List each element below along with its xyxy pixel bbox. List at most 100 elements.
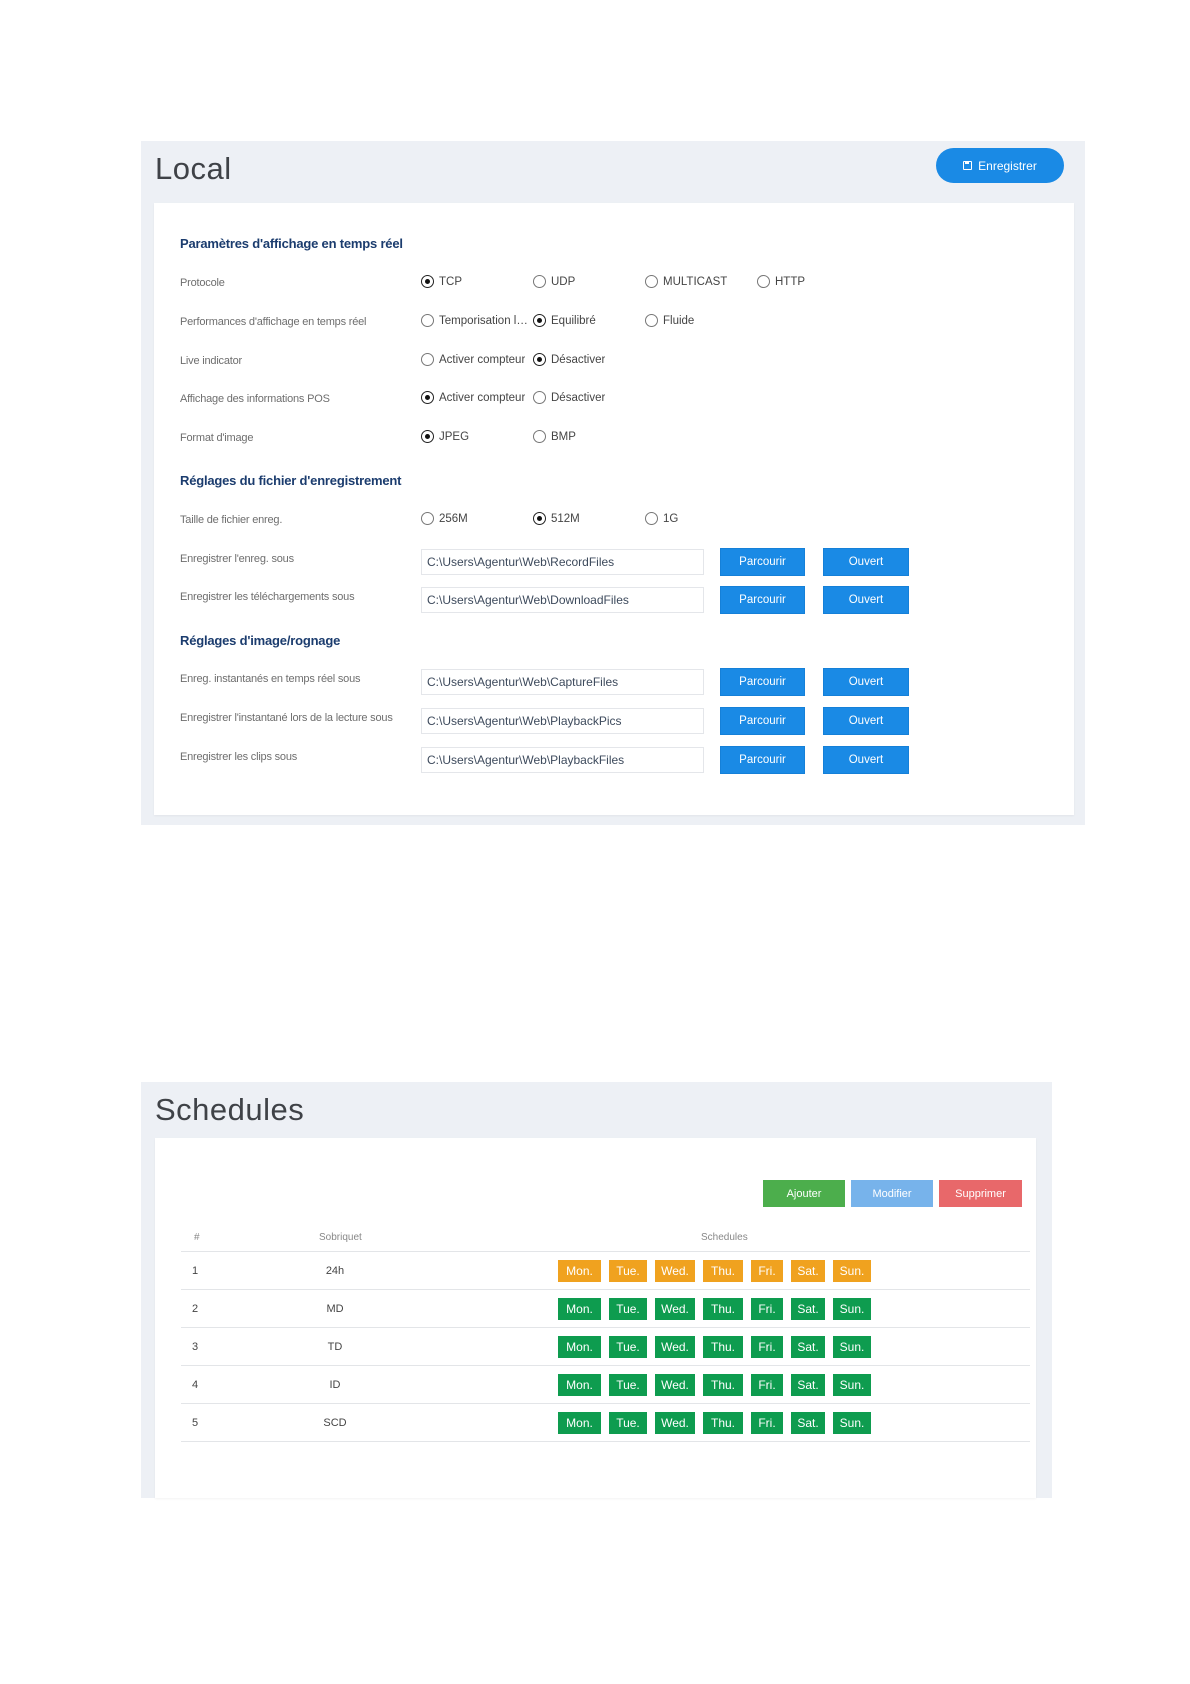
protocol-option[interactable]: HTTP <box>757 275 805 288</box>
day-badge[interactable]: Tue. <box>609 1336 647 1358</box>
local-title: Local <box>155 151 232 186</box>
delete-schedule-button[interactable]: Supprimer <box>939 1180 1022 1207</box>
live-indicator-option[interactable]: Activer compteur <box>421 353 525 366</box>
file-size-option[interactable]: 1G <box>645 512 678 525</box>
day-badge[interactable]: Thu. <box>703 1260 743 1282</box>
performance-option[interactable]: Temporisation la... <box>421 314 531 327</box>
capture-browse-button[interactable]: Parcourir <box>720 668 805 696</box>
day-badge[interactable]: Mon. <box>558 1336 601 1358</box>
clips-open-button[interactable]: Ouvert <box>823 746 909 774</box>
day-badge[interactable]: Thu. <box>703 1336 743 1358</box>
row-index: 1 <box>192 1265 199 1277</box>
day-badge[interactable]: Wed. <box>655 1260 695 1282</box>
radio-circle-icon <box>533 391 546 404</box>
day-badge[interactable]: Mon. <box>558 1412 601 1434</box>
day-badge[interactable]: Mon. <box>558 1374 601 1396</box>
row-sobriquet: TD <box>327 1341 343 1353</box>
playback-path-input[interactable]: C:\Users\Agentur\Web\PlaybackPics <box>421 708 704 734</box>
protocol-option[interactable]: MULTICAST <box>645 275 727 288</box>
day-badge[interactable]: Fri. <box>751 1374 783 1396</box>
image-format-option[interactable]: BMP <box>533 430 576 443</box>
download-browse-button[interactable]: Parcourir <box>720 586 805 614</box>
download-open-button[interactable]: Ouvert <box>823 586 909 614</box>
radio-circle-icon <box>421 430 434 443</box>
add-schedule-button[interactable]: Ajouter <box>763 1180 845 1207</box>
radio-circle-icon <box>421 353 434 366</box>
performance-label: Performances d'affichage en temps réel <box>180 316 367 328</box>
record-path-label: Enregistrer l'enreg. sous <box>180 553 294 565</box>
live-indicator-option[interactable]: Désactiver <box>533 353 605 366</box>
protocol-option[interactable]: TCP <box>421 275 462 288</box>
day-badge[interactable]: Mon. <box>558 1298 601 1320</box>
clips-path-input[interactable]: C:\Users\Agentur\Web\PlaybackFiles <box>421 747 704 773</box>
record-browse-button[interactable]: Parcourir <box>720 548 805 576</box>
day-badge[interactable]: Thu. <box>703 1412 743 1434</box>
day-badge[interactable]: Sun. <box>833 1336 871 1358</box>
playback-browse-button[interactable]: Parcourir <box>720 707 805 735</box>
clips-browse-button[interactable]: Parcourir <box>720 746 805 774</box>
radio-circle-icon <box>421 275 434 288</box>
radio-label: 256M <box>439 512 468 525</box>
row-sobriquet: SCD <box>323 1417 347 1429</box>
day-badge[interactable]: Sun. <box>833 1374 871 1396</box>
weekday-badges: Mon. Tue. Wed. Thu. Fri. Sat. Sun. <box>558 1412 879 1434</box>
radio-label: UDP <box>551 275 576 288</box>
day-badge[interactable]: Tue. <box>609 1374 647 1396</box>
day-badge[interactable]: Fri. <box>751 1412 783 1434</box>
day-badge[interactable]: Wed. <box>655 1298 695 1320</box>
day-badge[interactable]: Thu. <box>703 1374 743 1396</box>
day-badge[interactable]: Thu. <box>703 1298 743 1320</box>
protocol-label: Protocole <box>180 277 225 289</box>
file-size-option[interactable]: 512M <box>533 512 580 525</box>
weekday-badges: Mon. Tue. Wed. Thu. Fri. Sat. Sun. <box>558 1298 879 1320</box>
playback-open-button[interactable]: Ouvert <box>823 707 909 735</box>
row-divider <box>181 1403 1030 1404</box>
save-button[interactable]: Enregistrer <box>936 148 1064 183</box>
radio-circle-icon <box>421 391 434 404</box>
record-path-input[interactable]: C:\Users\Agentur\Web\RecordFiles <box>421 549 704 575</box>
row-sobriquet: 24h <box>325 1265 345 1277</box>
pos-info-option[interactable]: Désactiver <box>533 391 605 404</box>
weekday-badges: Mon. Tue. Wed. Thu. Fri. Sat. Sun. <box>558 1336 879 1358</box>
radio-circle-icon <box>533 512 546 525</box>
pos-info-option[interactable]: Activer compteur <box>421 391 525 404</box>
image-format-option[interactable]: JPEG <box>421 430 469 443</box>
download-path-input[interactable]: C:\Users\Agentur\Web\DownloadFiles <box>421 587 704 613</box>
day-badge[interactable]: Fri. <box>751 1298 783 1320</box>
record-open-button[interactable]: Ouvert <box>823 548 909 576</box>
radio-label: HTTP <box>775 275 806 288</box>
day-badge[interactable]: Sun. <box>833 1260 871 1282</box>
day-badge[interactable]: Wed. <box>655 1374 695 1396</box>
day-badge[interactable]: Sun. <box>833 1298 871 1320</box>
column-header-index: # <box>194 1232 200 1243</box>
day-badge[interactable]: Tue. <box>609 1412 647 1434</box>
day-badge[interactable]: Sat. <box>791 1374 825 1396</box>
day-badge[interactable]: Sat. <box>791 1260 825 1282</box>
day-badge[interactable]: Sat. <box>791 1298 825 1320</box>
day-badge[interactable]: Sun. <box>833 1412 871 1434</box>
capture-open-button[interactable]: Ouvert <box>823 668 909 696</box>
column-header-sobriquet: Sobriquet <box>319 1232 362 1243</box>
file-size-option[interactable]: 256M <box>421 512 468 525</box>
row-divider <box>181 1251 1030 1252</box>
section-title-record: Réglages du fichier d'enregistrement <box>180 473 402 488</box>
radio-label: MULTICAST <box>663 275 728 288</box>
day-badge[interactable]: Mon. <box>558 1260 601 1282</box>
capture-path-input[interactable]: C:\Users\Agentur\Web\CaptureFiles <box>421 669 704 695</box>
day-badge[interactable]: Sat. <box>791 1412 825 1434</box>
row-divider <box>181 1365 1030 1366</box>
day-badge[interactable]: Wed. <box>655 1336 695 1358</box>
day-badge[interactable]: Tue. <box>609 1298 647 1320</box>
performance-option[interactable]: Équilibré <box>533 314 596 327</box>
edit-schedule-button[interactable]: Modifier <box>851 1180 933 1207</box>
performance-option[interactable]: Fluide <box>645 314 694 327</box>
day-badge[interactable]: Tue. <box>609 1260 647 1282</box>
day-badge[interactable]: Fri. <box>751 1260 783 1282</box>
row-index: 5 <box>192 1417 199 1429</box>
day-badge[interactable]: Wed. <box>655 1412 695 1434</box>
protocol-option[interactable]: UDP <box>533 275 575 288</box>
day-badge[interactable]: Fri. <box>751 1336 783 1358</box>
row-index: 2 <box>192 1303 199 1315</box>
day-badge[interactable]: Sat. <box>791 1336 825 1358</box>
live-indicator-label: Live indicator <box>180 355 243 367</box>
